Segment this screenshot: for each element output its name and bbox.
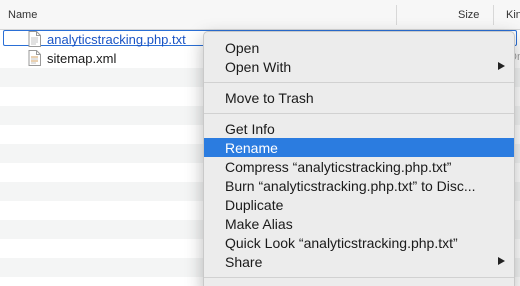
menu-item-compress[interactable]: Compress “analyticstracking.php.txt” [204,157,514,176]
submenu-arrow-icon [498,62,505,70]
xml-file-icon [28,50,41,66]
column-header-kind[interactable]: Kin [506,9,520,21]
menu-separator [204,82,514,83]
menu-item-rename[interactable]: Rename [204,138,514,157]
menu-item-quick-look[interactable]: Quick Look “analyticstracking.php.txt” [204,233,514,252]
menu-separator [204,277,514,278]
menu-item-move-to-trash[interactable]: Move to Trash [204,88,514,107]
menu-item-share[interactable]: Share [204,252,514,271]
column-divider[interactable] [493,5,494,25]
menu-separator [204,113,514,114]
file-name: analyticstracking.php.txt [47,32,186,47]
submenu-arrow-icon [498,257,505,265]
column-header-name[interactable]: Name [8,9,37,21]
menu-item-burn-to-disc[interactable]: Burn “analyticstracking.php.txt” to Disc… [204,176,514,195]
file-name: sitemap.xml [47,51,117,66]
menu-item-open[interactable]: Open [204,38,514,57]
menu-item-open-with[interactable]: Open With [204,57,514,76]
column-header-bar: Name Size Kin [0,0,520,30]
column-header-size[interactable]: Size [458,9,479,21]
context-menu: Open Open With Move to Trash Get Info Re… [203,31,515,286]
column-divider[interactable] [396,5,397,25]
menu-item-make-alias[interactable]: Make Alias [204,214,514,233]
text-file-icon [28,31,41,47]
menu-item-duplicate[interactable]: Duplicate [204,195,514,214]
menu-item-get-info[interactable]: Get Info [204,119,514,138]
